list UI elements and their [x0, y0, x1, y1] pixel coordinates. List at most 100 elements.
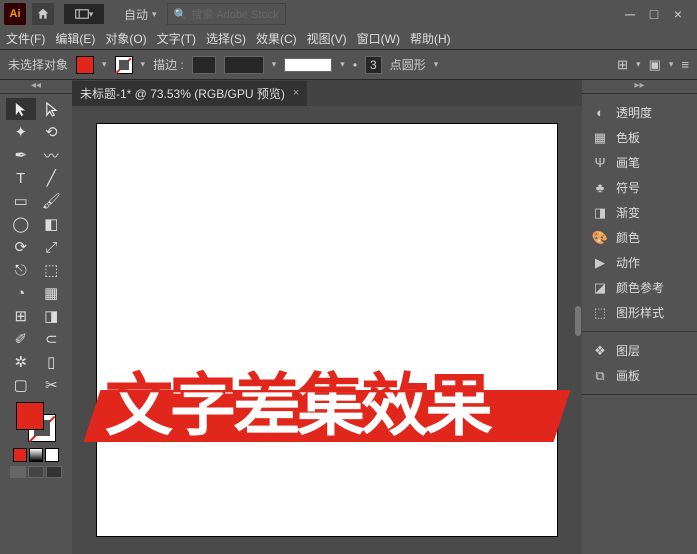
panel-graphic-styles[interactable]: ⬚图形样式 [586, 300, 693, 325]
opacity-value[interactable]: 3 [365, 56, 382, 74]
menu-effect[interactable]: 效果(C) [256, 30, 297, 47]
graphic-styles-icon: ⬚ [592, 306, 608, 320]
line-tool[interactable]: ╱ [37, 167, 67, 189]
chevron-down-icon[interactable]: ▾ [340, 59, 345, 70]
screen-mode-full[interactable] [28, 466, 44, 478]
close-tab-icon[interactable]: × [293, 87, 299, 99]
search-icon: 🔍 [174, 8, 188, 21]
scrollbar-thumb[interactable] [575, 306, 581, 336]
chevron-down-icon[interactable]: ▾ [102, 59, 107, 70]
layout-dropdown[interactable]: ▾ [64, 4, 104, 24]
stroke-width-input[interactable] [192, 56, 216, 74]
panel-label: 画板 [616, 367, 640, 384]
free-transform-tool[interactable]: ⬚ [37, 259, 67, 281]
chevron-down-icon[interactable]: ▾ [141, 59, 146, 70]
color-guide-icon: ◪ [592, 281, 608, 295]
perspective-tool[interactable]: ▦ [37, 282, 67, 304]
mesh-tool[interactable]: ⊞ [6, 305, 36, 327]
fill-color-large[interactable] [16, 402, 44, 430]
menu-select[interactable]: 选择(S) [206, 30, 246, 47]
menu-edit[interactable]: 编辑(E) [55, 30, 95, 47]
panel-actions[interactable]: ▶动作 [586, 250, 693, 275]
chevron-down-icon[interactable]: ▾ [272, 59, 277, 70]
rectangle-tool[interactable]: ▭ [6, 190, 36, 212]
brushes-icon: Ψ [592, 156, 608, 170]
align-icon[interactable]: ⊞ [617, 57, 628, 73]
slice-tool[interactable]: ✂ [37, 374, 67, 396]
color-mode-none[interactable] [45, 448, 59, 462]
stroke-style-select[interactable] [224, 56, 264, 74]
chevron-down-icon[interactable]: ▾ [434, 59, 439, 70]
toolbox-collapse-icon[interactable]: ◂◂ [31, 80, 41, 93]
graph-tool[interactable]: ▯ [37, 351, 67, 373]
menu-help[interactable]: 帮助(H) [410, 30, 451, 47]
panel-label: 色板 [616, 129, 640, 146]
transform-icon[interactable]: ▣ [649, 57, 661, 73]
color-mode-gradient[interactable] [29, 448, 43, 462]
eyedropper-tool[interactable]: ✐ [6, 328, 36, 350]
stroke-label: 描边 : [153, 56, 184, 73]
color-mode-solid[interactable] [13, 448, 27, 462]
scale-tool[interactable]: ⤢ [37, 236, 67, 258]
fill-color-swatch[interactable] [76, 56, 94, 74]
eraser-tool[interactable]: ◧ [37, 213, 67, 235]
panel-label: 图层 [616, 342, 640, 359]
shaper-tool[interactable]: ◯ [6, 213, 36, 235]
lasso-tool[interactable]: ⟲ [37, 121, 67, 143]
width-tool[interactable]: ⎋ [6, 259, 36, 281]
app-logo: Ai [4, 3, 26, 25]
bullet-sep: • [353, 58, 357, 72]
workspace-label[interactable]: 自动 [124, 6, 148, 23]
settings-icon[interactable]: ≡ [681, 57, 689, 72]
menu-type[interactable]: 文字(T) [157, 30, 196, 47]
pen-tool[interactable]: ✒ [6, 144, 36, 166]
panel-layers[interactable]: ❖图层 [586, 338, 693, 363]
canvas-area[interactable]: 文字差集效果 文字差集效果 [72, 106, 582, 554]
magic-wand-tool[interactable]: ✦ [6, 121, 36, 143]
rotate-tool[interactable]: ⟳ [6, 236, 36, 258]
panel-label: 颜色 [616, 229, 640, 246]
close-button[interactable]: × [669, 6, 687, 22]
menu-file[interactable]: 文件(F) [6, 30, 45, 47]
chevron-down-icon[interactable]: ▾ [636, 59, 641, 70]
panel-label: 画笔 [616, 154, 640, 171]
menu-object[interactable]: 对象(O) [105, 30, 146, 47]
maximize-button[interactable]: □ [645, 6, 663, 22]
artboard-tool[interactable]: ▢ [6, 374, 36, 396]
panel-collapse-icon[interactable]: ▸▸ [634, 80, 644, 93]
panel-artboards[interactable]: ⧉画板 [586, 363, 693, 388]
panel-swatches[interactable]: ▦色板 [586, 125, 693, 150]
menu-view[interactable]: 视图(V) [307, 30, 347, 47]
direct-selection-tool[interactable] [37, 98, 67, 120]
blend-tool[interactable]: ⊂ [37, 328, 67, 350]
document-tab[interactable]: 未标题-1* @ 73.53% (RGB/GPU 预览) × [72, 81, 307, 106]
minimize-button[interactable]: ─ [621, 6, 639, 22]
symbols-icon: ♣ [592, 181, 608, 195]
stroke-color-swatch[interactable] [115, 56, 133, 74]
home-button[interactable] [32, 3, 54, 25]
symbol-sprayer-tool[interactable]: ✲ [6, 351, 36, 373]
shape-builder-tool[interactable]: ◔ [6, 282, 36, 304]
paintbrush-tool[interactable]: 🖌 [37, 190, 67, 212]
panel-gradient[interactable]: ◨渐变 [586, 200, 693, 225]
gradient-tool[interactable]: ◨ [37, 305, 67, 327]
search-stock-input[interactable]: 🔍 搜索 Adobe Stock [167, 3, 286, 25]
type-tool[interactable]: T [6, 167, 36, 189]
panel-brushes[interactable]: Ψ 画笔 [586, 150, 693, 175]
panel-symbols[interactable]: ♣符号 [586, 175, 693, 200]
screen-mode-presentation[interactable] [46, 466, 62, 478]
menu-window[interactable]: 窗口(W) [357, 30, 400, 47]
selection-tool[interactable] [6, 98, 36, 120]
selection-status: 未选择对象 [8, 56, 68, 73]
panel-color[interactable]: 🎨颜色 [586, 225, 693, 250]
artboard[interactable]: 文字差集效果 文字差集效果 [97, 124, 557, 536]
chevron-down-icon[interactable]: ▾ [669, 59, 674, 70]
panel-transparency[interactable]: ◐透明度 [586, 100, 693, 125]
screen-mode-normal[interactable] [10, 466, 26, 478]
actions-icon: ▶ [592, 256, 608, 270]
curvature-tool[interactable]: 〰 [37, 144, 67, 166]
stroke-profile-label[interactable]: 点圆形 [390, 56, 426, 73]
panel-label: 透明度 [616, 104, 652, 121]
panel-color-guide[interactable]: ◪颜色参考 [586, 275, 693, 300]
stroke-profile-preview[interactable] [284, 58, 332, 72]
